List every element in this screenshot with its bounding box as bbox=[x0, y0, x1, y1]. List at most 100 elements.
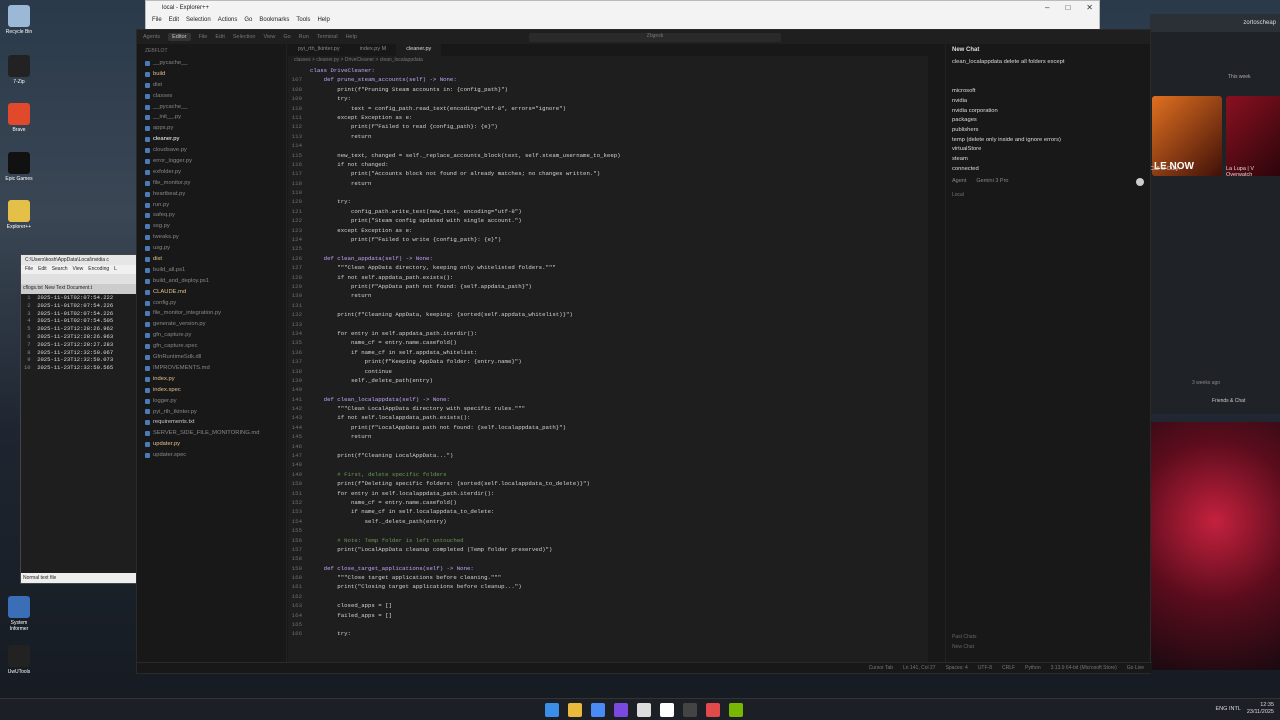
git-icon[interactable] bbox=[706, 703, 720, 717]
file-item[interactable]: error_logger.py bbox=[145, 156, 286, 167]
status-item[interactable]: 3.13.9 64-bit (Microsoft Store) bbox=[1051, 665, 1117, 671]
desktop-icon[interactable]: 7-Zip bbox=[2, 55, 36, 85]
file-item[interactable]: heartbeat.py bbox=[145, 189, 286, 200]
chat-input[interactable]: clean_localappdata delete all folders ex… bbox=[952, 58, 1144, 174]
file-item[interactable]: __pycache__ bbox=[145, 58, 286, 69]
notepad-tab[interactable]: New Text Document.t bbox=[45, 285, 92, 293]
file-item[interactable]: gfn_capture.spec bbox=[145, 341, 286, 352]
explorer-menu-item[interactable]: Edit bbox=[169, 17, 179, 23]
cursor-menu-item[interactable]: Selection bbox=[233, 34, 256, 40]
notepad-tab[interactable]: cflogs.txt bbox=[23, 285, 43, 293]
terminal-icon[interactable] bbox=[637, 703, 651, 717]
file-item[interactable]: exfolder.py bbox=[145, 167, 286, 178]
explorer-menu-item[interactable]: Bookmarks bbox=[259, 17, 289, 23]
notepad-window[interactable]: C:\Users\kosh\AppData\Local\nvidia c Fil… bbox=[20, 254, 138, 584]
friends-chat[interactable]: Friends & Chat bbox=[1212, 398, 1245, 404]
minimize-icon[interactable]: – bbox=[1045, 3, 1049, 12]
file-item[interactable]: safeq.py bbox=[145, 210, 286, 221]
launcher-window[interactable]: zortoscheap This week LE NOW Call of Dut… bbox=[1150, 14, 1280, 670]
file-item[interactable]: pyi_rth_tkinter.py bbox=[145, 407, 286, 418]
file-item[interactable]: dist bbox=[145, 80, 286, 91]
game-card-cod[interactable]: LE NOW bbox=[1152, 96, 1222, 176]
desktop-icon[interactable]: System Informer bbox=[2, 596, 36, 632]
explorer-menu-item[interactable]: Selection bbox=[186, 17, 211, 23]
status-item[interactable]: Cursor Tab bbox=[869, 665, 893, 671]
file-item[interactable]: tweaks.py bbox=[145, 232, 286, 243]
cursor-menu-item[interactable]: Go bbox=[283, 34, 290, 40]
file-item[interactable]: cloudsave.py bbox=[145, 145, 286, 156]
file-item[interactable]: IMPROVEMENTS.md bbox=[145, 363, 286, 374]
file-item[interactable]: gfn_capture.py bbox=[145, 330, 286, 341]
notepad-menu-item[interactable]: View bbox=[73, 266, 84, 273]
chrome-icon[interactable] bbox=[591, 703, 605, 717]
explorer-menu-item[interactable]: Actions bbox=[218, 17, 238, 23]
file-item[interactable]: index.py bbox=[145, 374, 286, 385]
editor-toggle[interactable]: Editor bbox=[168, 33, 191, 41]
desktop-icon[interactable]: Explorer++ bbox=[2, 200, 36, 230]
status-item[interactable]: Python bbox=[1025, 665, 1041, 671]
file-item[interactable]: usg.py bbox=[145, 243, 286, 254]
status-item[interactable]: Spaces: 4 bbox=[946, 665, 968, 671]
clock[interactable]: 12:35 23/11/2025 bbox=[1247, 702, 1274, 716]
explorer-menu-item[interactable]: Go bbox=[244, 17, 252, 23]
cursor-icon[interactable] bbox=[683, 703, 697, 717]
cursor-menu-item[interactable]: File bbox=[199, 34, 208, 40]
cursor-menu-item[interactable]: Terminal bbox=[317, 34, 338, 40]
explorer-menu-item[interactable]: Tools bbox=[296, 17, 310, 23]
file-item[interactable]: cleaner.py bbox=[145, 134, 286, 145]
status-item[interactable]: CRLF bbox=[1002, 665, 1015, 671]
notepad-menu-item[interactable]: Edit bbox=[38, 266, 47, 273]
language-indicator[interactable]: ENG INTL bbox=[1216, 706, 1241, 712]
chat-panel[interactable]: New Chat clean_localappdata delete all f… bbox=[945, 44, 1150, 664]
file-item[interactable]: updater.py bbox=[145, 439, 286, 450]
notepad-menu-item[interactable]: File bbox=[25, 266, 33, 273]
nvidia-icon[interactable] bbox=[729, 703, 743, 717]
file-item[interactable]: index.spec bbox=[145, 385, 286, 396]
new-chat[interactable]: New Chat bbox=[952, 644, 976, 650]
file-item[interactable]: file_monitor_integration.py bbox=[145, 308, 286, 319]
explorer-window[interactable]: local - Explorer++ File Edit Selection Acti… bbox=[145, 0, 1100, 30]
file-item[interactable]: logger.py bbox=[145, 396, 286, 407]
notepad-menu-item[interactable]: Search bbox=[52, 266, 68, 273]
file-item[interactable]: file_monitor.py bbox=[145, 178, 286, 189]
cursor-menu-item[interactable]: View bbox=[264, 34, 276, 40]
cursor-window[interactable]: Agents Editor File Edit Selection View Go Run… bbox=[136, 29, 1152, 674]
local-label[interactable]: Local bbox=[952, 192, 1144, 198]
explorer-menu-item[interactable]: Help bbox=[317, 17, 329, 23]
notepad-menu-item[interactable]: L bbox=[114, 266, 117, 273]
launcher-user[interactable]: zortoscheap bbox=[1243, 20, 1276, 26]
file-item[interactable]: dist bbox=[145, 254, 286, 265]
agents-toggle[interactable]: Agents bbox=[143, 34, 160, 40]
file-item[interactable]: build bbox=[145, 69, 286, 80]
notepad-toolbar[interactable] bbox=[21, 274, 137, 284]
desktop-icon[interactable]: Brave bbox=[2, 103, 36, 133]
file-item[interactable]: SERVER_SIDE_FILE_MONITORING.md bbox=[145, 428, 286, 439]
code-area[interactable]: class DriveCleaner: 107 def prune_steam_a… bbox=[288, 66, 928, 652]
game-card-overwatch[interactable] bbox=[1226, 96, 1280, 176]
model-select[interactable]: Gemini 3 Pro bbox=[976, 178, 1008, 186]
file-item[interactable]: ssg.py bbox=[145, 221, 286, 232]
desktop-icon[interactable]: Epic Games bbox=[2, 152, 36, 182]
file-item[interactable]: requirements.txt bbox=[145, 417, 286, 428]
send-icon[interactable] bbox=[1136, 178, 1144, 187]
cursor-menu-item[interactable]: Help bbox=[346, 34, 357, 40]
editor-tab[interactable]: index.py M bbox=[350, 44, 397, 56]
status-item[interactable]: Go Live bbox=[1127, 665, 1144, 671]
status-item[interactable]: Ln 141, Col 27 bbox=[903, 665, 936, 671]
file-item[interactable]: classes bbox=[145, 91, 286, 102]
editor-tab[interactable]: cleaner.py bbox=[396, 44, 442, 56]
cursor-menu-item[interactable]: Edit bbox=[215, 34, 224, 40]
notepad-menu-item[interactable]: Encoding bbox=[88, 266, 109, 273]
file-item[interactable]: config.py bbox=[145, 298, 286, 309]
notion-icon[interactable] bbox=[660, 703, 674, 717]
code-editor[interactable]: pyi_rth_tkinter.py index.py Mcleaner.py c… bbox=[288, 44, 928, 664]
file-item[interactable]: __pycache__ bbox=[145, 102, 286, 113]
cursor-menu-item[interactable]: Run bbox=[299, 34, 309, 40]
close-icon[interactable]: ✕ bbox=[1086, 3, 1093, 12]
start-icon[interactable] bbox=[545, 703, 559, 717]
desktop-icon[interactable]: Recycle Bin bbox=[2, 5, 36, 35]
command-search[interactable]: Zbgesk bbox=[529, 33, 781, 42]
explorer-menu-item[interactable]: File bbox=[152, 17, 162, 23]
maximize-icon[interactable]: □ bbox=[1065, 3, 1070, 12]
editor-tab[interactable]: pyi_rth_tkinter.py bbox=[288, 44, 350, 56]
